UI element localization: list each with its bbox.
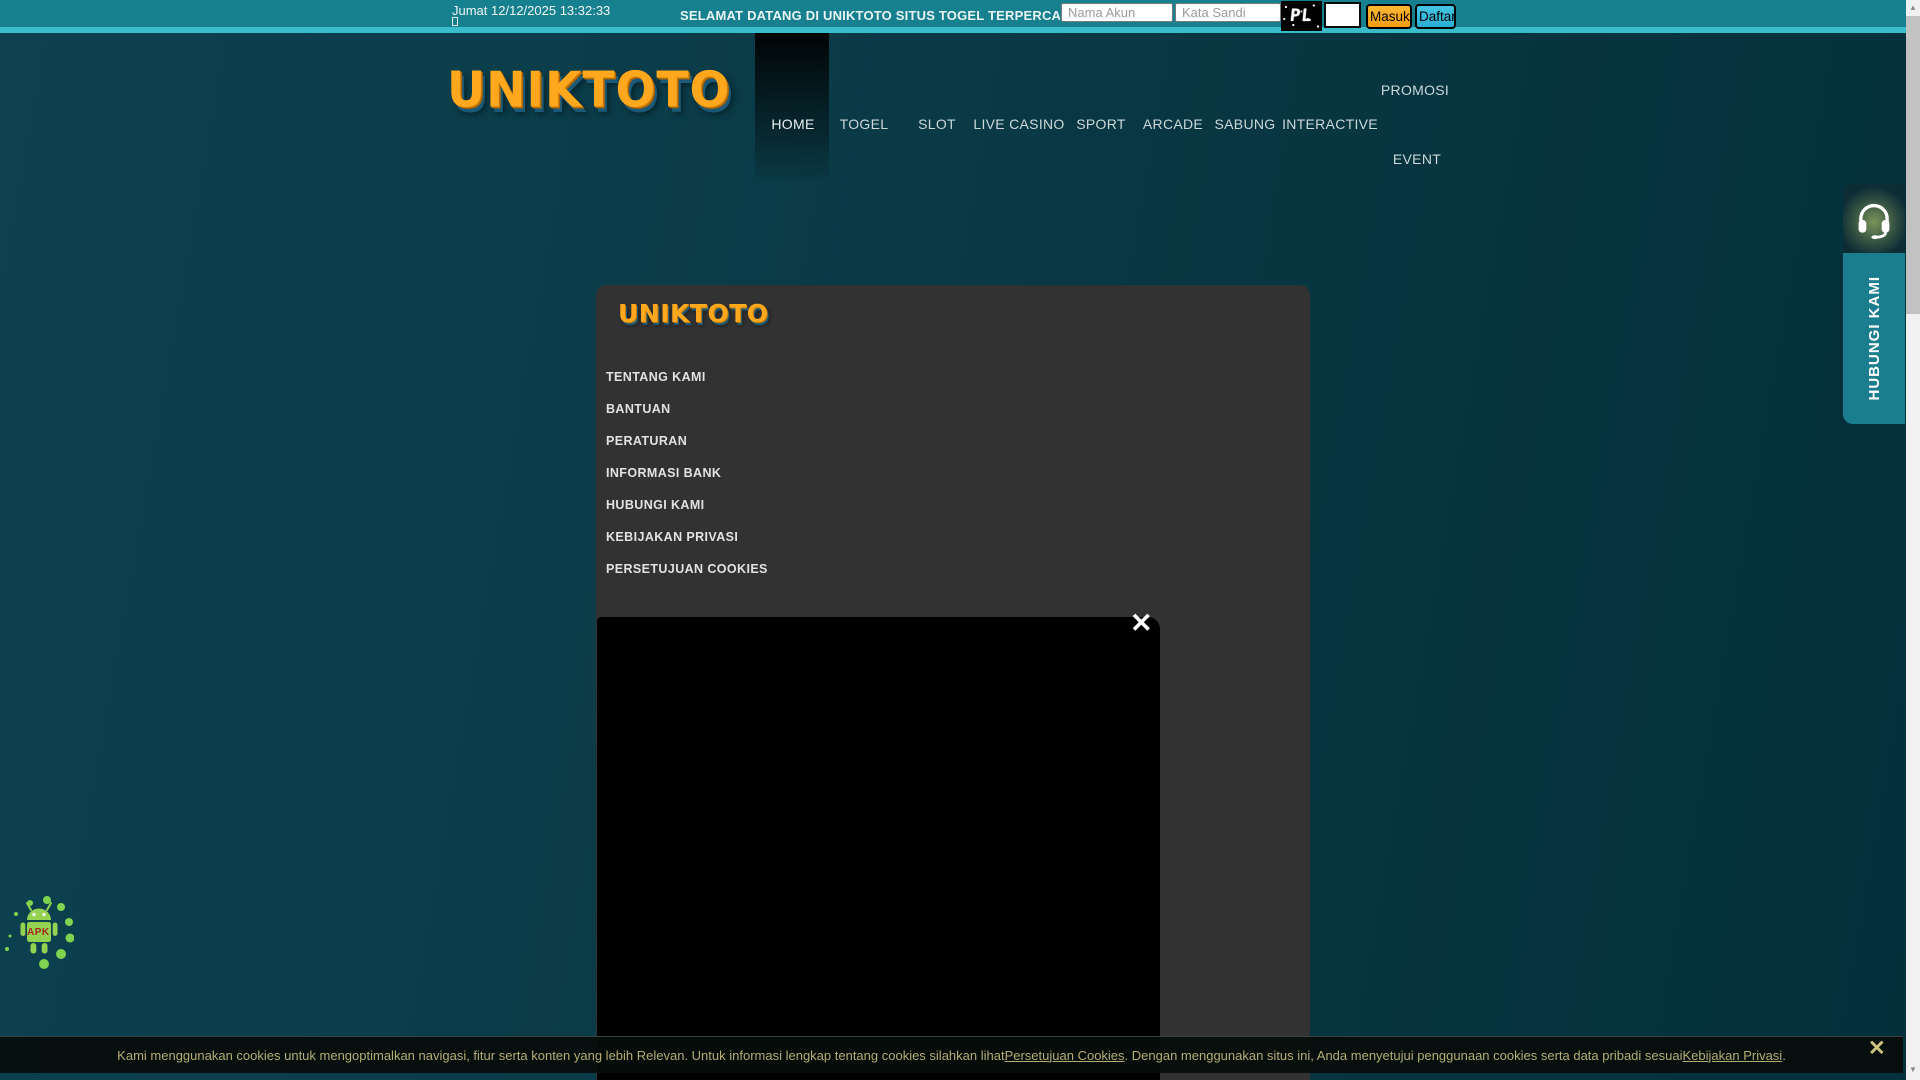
nav-arcade[interactable]: ARCADE	[1143, 116, 1203, 132]
nav-togel[interactable]: TOGEL	[840, 116, 889, 132]
cookie-consent-bar: Kami menggunakan cookies untuk mengoptim…	[0, 1036, 1903, 1073]
password-input[interactable]	[1175, 3, 1281, 22]
nav-sabung[interactable]: SABUNG	[1215, 116, 1276, 132]
link-hubungi-kami[interactable]: HUBUNGI KAMI	[606, 489, 768, 521]
contact-tab-label: HUBUNGI KAMI	[1865, 276, 1883, 401]
nav-event[interactable]: EVENT	[1393, 151, 1441, 167]
captcha-text: PL	[1289, 6, 1314, 26]
apk-download-widget[interactable]: APK	[4, 894, 75, 970]
nav-live-casino[interactable]: LIVE CASINO	[973, 116, 1064, 132]
video-close-icon[interactable]: ✕	[1130, 610, 1153, 637]
link-tentang-kami[interactable]: TENTANG KAMI	[606, 361, 768, 393]
nav-sport[interactable]: SPORT	[1076, 116, 1125, 132]
captcha-image: PL	[1281, 1, 1322, 31]
headset-icon	[1843, 184, 1905, 253]
missing-glyph-icon	[452, 17, 458, 26]
datetime-text: Jumat 12/12/2025 13:32:33	[452, 3, 611, 18]
video-placeholder	[597, 617, 1160, 1080]
link-bantuan[interactable]: BANTUAN	[606, 393, 768, 425]
username-input[interactable]	[1061, 3, 1173, 22]
contact-side-tab[interactable]: HUBUNGI KAMI	[1843, 184, 1905, 424]
modal-logo: UNIKTOTO	[618, 299, 769, 328]
cookie-text-before: Kami menggunakan cookies untuk mengoptim…	[117, 1047, 1005, 1063]
link-persetujuan-cookies[interactable]: PERSETUJUAN COOKIES	[606, 553, 768, 585]
privacy-policy-link[interactable]: Kebijakan Privasi	[1682, 1048, 1782, 1063]
cookie-consent-link[interactable]: Persetujuan Cookies	[1005, 1048, 1125, 1063]
register-button[interactable]: Daftar	[1415, 4, 1456, 29]
link-informasi-bank[interactable]: INFORMASI BANK	[606, 457, 768, 489]
nav-home[interactable]: HOME	[771, 116, 814, 132]
scroll-up-icon[interactable]: ▲	[1906, 2, 1920, 14]
welcome-marquee: SELAMAT DATANG DI UNIKTOTO SITUS TOGEL T…	[680, 8, 1060, 23]
link-kebijakan-privasi[interactable]: KEBIJAKAN PRIVASI	[606, 521, 768, 553]
top-bar-accent-line	[0, 27, 1920, 33]
captcha-input[interactable]	[1324, 2, 1361, 28]
scroll-down-icon[interactable]: ▼	[1906, 1064, 1920, 1076]
login-button[interactable]: Masuk	[1366, 4, 1412, 29]
nav-promosi[interactable]: PROMOSI	[1381, 82, 1449, 98]
contact-tab-label-box: HUBUNGI KAMI	[1843, 253, 1905, 424]
cookie-text-middle: . Dengan menggunakan situs ini, Anda men…	[1124, 1047, 1683, 1063]
cookie-close-icon[interactable]: ✕	[1868, 1038, 1886, 1059]
cookie-text-after: .	[1782, 1047, 1786, 1063]
nav-interactive[interactable]: INTERACTIVE	[1282, 116, 1378, 132]
scrollbar-thumb[interactable]	[1906, 16, 1920, 314]
apk-label: APK	[27, 927, 50, 938]
nav-slot[interactable]: SLOT	[918, 116, 956, 132]
site-logo[interactable]: UNIKTOTO	[447, 62, 730, 119]
modal-link-list: TENTANG KAMI BANTUAN PERATURAN INFORMASI…	[606, 361, 768, 585]
link-peraturan[interactable]: PERATURAN	[606, 425, 768, 457]
nav-active-highlight	[755, 33, 829, 177]
